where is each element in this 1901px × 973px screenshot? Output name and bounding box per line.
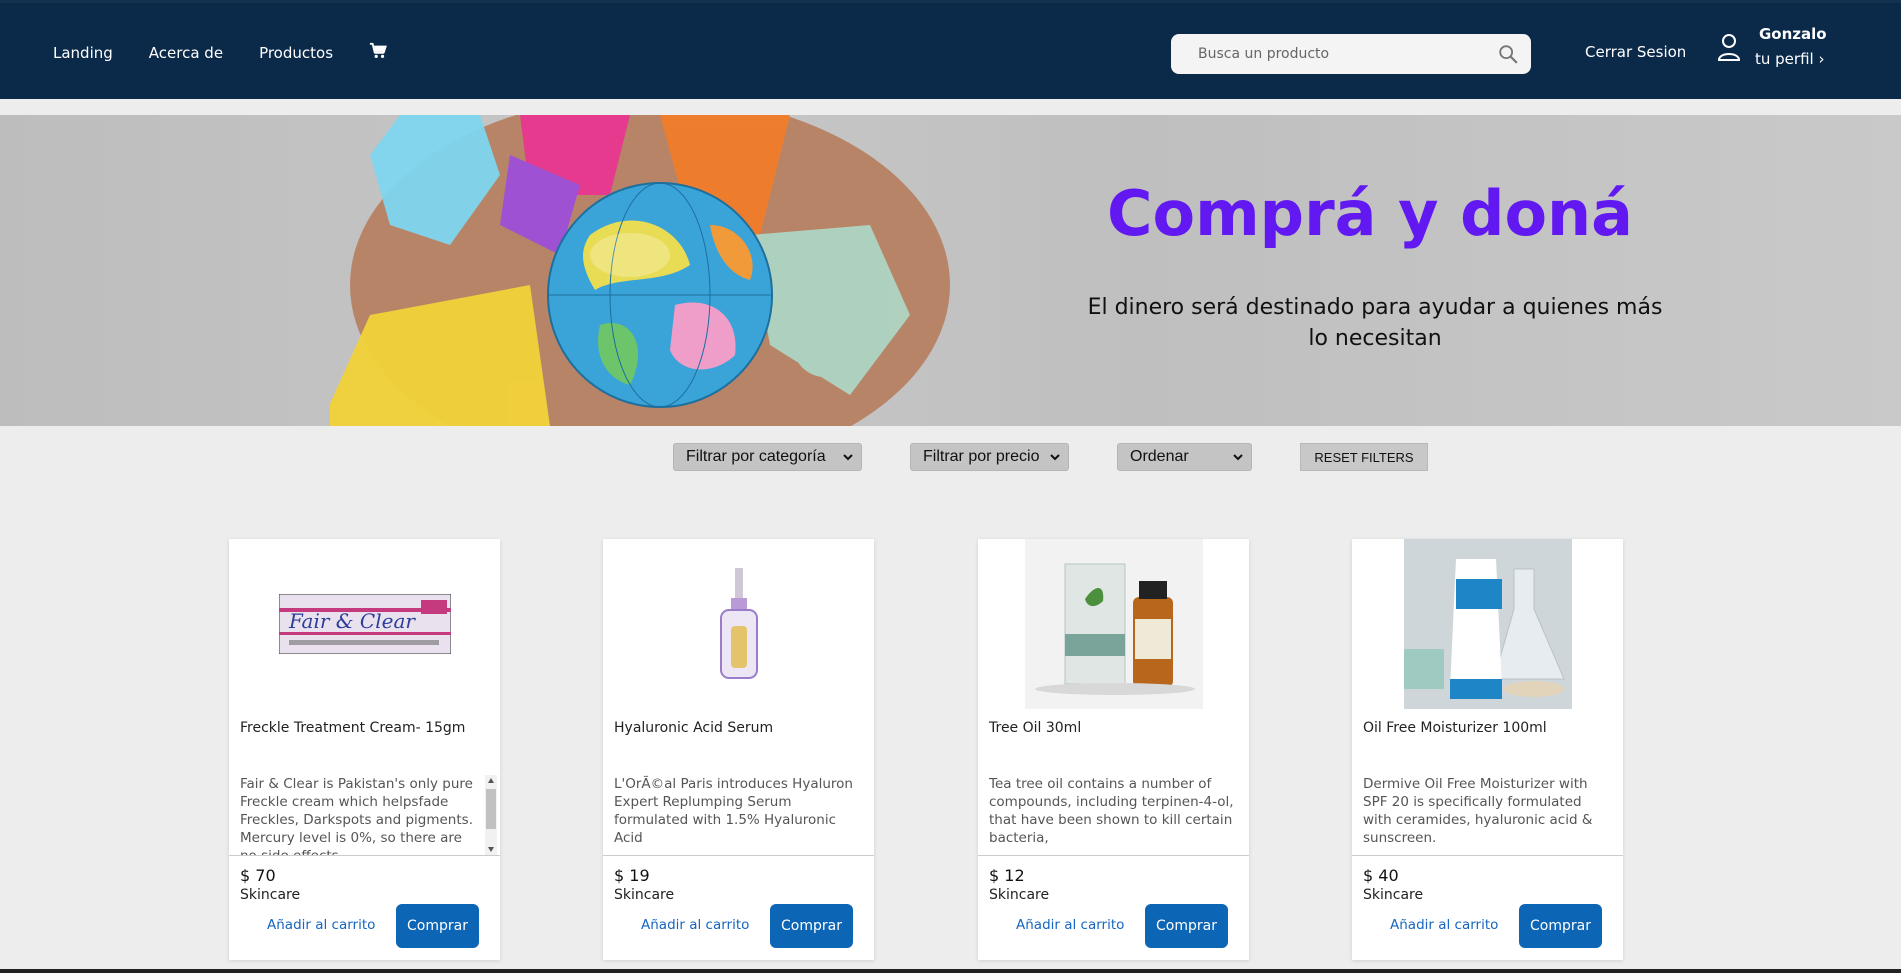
chevron-down-icon [843, 454, 853, 461]
scrollbar-thumb[interactable] [486, 789, 496, 829]
nav-link-products[interactable]: Productos [259, 44, 333, 62]
add-to-cart-button[interactable]: Añadir al carrito [1016, 917, 1124, 933]
buy-button[interactable]: Comprar [770, 904, 853, 948]
product-title: Tree Oil 30ml [989, 720, 1082, 736]
product-category: Skincare [614, 887, 675, 903]
product-image [603, 539, 874, 709]
buy-button[interactable]: Comprar [1145, 904, 1228, 948]
product-title: Hyaluronic Acid Serum [614, 720, 774, 736]
product-price: $ 12 [989, 866, 1025, 885]
profile-link[interactable]: Gonzalo tu perfil › [1717, 25, 1827, 68]
product-image-brand: Fair & Clear [288, 609, 416, 633]
price-filter-label: Filtrar por precio [923, 448, 1040, 465]
product-image: Fair & Clear [229, 539, 500, 709]
product-price: $ 19 [614, 866, 650, 885]
search-box [1171, 34, 1531, 74]
filter-bar: Filtrar por categoría Filtrar por precio… [0, 443, 1901, 471]
chevron-down-icon [1233, 454, 1243, 461]
logout-link[interactable]: Cerrar Sesion [1585, 43, 1686, 61]
profile-text: Gonzalo tu perfil › [1755, 25, 1827, 68]
card-divider [229, 855, 500, 856]
card-divider [978, 855, 1249, 856]
hero-banner: Comprá y doná El dinero será destinado p… [0, 115, 1901, 426]
product-category: Skincare [1363, 887, 1424, 903]
hero-globe-illustration [330, 115, 950, 426]
add-to-cart-button[interactable]: Añadir al carrito [1390, 917, 1498, 933]
hero-subtitle: El dinero será destinado para ayudar a q… [1087, 295, 1663, 351]
product-category: Skincare [240, 887, 301, 903]
reset-filters-button[interactable]: RESET FILTERS [1300, 443, 1428, 471]
add-to-cart-button[interactable]: Añadir al carrito [267, 917, 375, 933]
nav-link-landing[interactable]: Landing [53, 44, 113, 62]
product-description: Fair & Clear is Pakistan's only pure Fre… [240, 776, 473, 855]
product-image-graphic [1024, 539, 1203, 709]
product-price: $ 70 [240, 866, 276, 885]
product-card: Tree Oil 30ml Tea tree oil contains a nu… [978, 539, 1249, 960]
buy-button[interactable]: Comprar [396, 904, 479, 948]
buy-button[interactable]: Comprar [1519, 904, 1602, 948]
search-icon[interactable] [1497, 43, 1519, 65]
product-price: $ 40 [1363, 866, 1399, 885]
scroll-up-icon[interactable] [488, 778, 494, 783]
product-category: Skincare [989, 887, 1050, 903]
scroll-down-icon[interactable] [488, 847, 494, 852]
product-image-graphic: Fair & Clear [278, 594, 451, 654]
product-title: Freckle Treatment Cream- 15gm [240, 720, 466, 736]
category-filter-select[interactable]: Filtrar por categoría [673, 443, 862, 471]
nav-links: Landing Acerca de Productos [53, 3, 387, 102]
product-image-graphic [1403, 539, 1572, 709]
user-icon [1717, 33, 1741, 61]
product-image-graphic [719, 568, 758, 679]
order-label: Ordenar [1130, 448, 1189, 465]
product-card: Hyaluronic Acid Serum L'OrÃ©al Paris int… [603, 539, 874, 960]
profile-name: Gonzalo [1759, 25, 1827, 43]
cart-icon[interactable] [369, 42, 387, 60]
product-description: L'OrÃ©al Paris introduces Hyaluron Exper… [614, 776, 853, 846]
product-card: Oil Free Moisturizer 100ml Dermive Oil F… [1352, 539, 1623, 960]
product-title: Oil Free Moisturizer 100ml [1363, 720, 1547, 736]
bottom-border [0, 969, 1901, 973]
product-description: Dermive Oil Free Moisturizer with SPF 20… [1363, 776, 1593, 846]
product-image [1352, 539, 1623, 709]
profile-link-label[interactable]: tu perfil › [1755, 50, 1827, 68]
top-navbar: Landing Acerca de Productos Cerrar Sesio… [0, 0, 1901, 99]
product-card: Fair & Clear Freckle Treatment Cream- 15… [229, 539, 500, 960]
nav-link-about[interactable]: Acerca de [149, 44, 223, 62]
add-to-cart-button[interactable]: Añadir al carrito [641, 917, 749, 933]
product-description: Tea tree oil contains a number of compou… [989, 776, 1234, 846]
card-divider [603, 855, 874, 856]
search-input[interactable] [1171, 46, 1481, 62]
chevron-down-icon [1050, 454, 1060, 461]
product-image [978, 539, 1249, 709]
category-filter-label: Filtrar por categoría [686, 448, 826, 465]
card-divider [1352, 855, 1623, 856]
price-filter-select[interactable]: Filtrar por precio [910, 443, 1069, 471]
order-select[interactable]: Ordenar [1117, 443, 1252, 471]
description-scrollbar[interactable] [485, 775, 497, 855]
hero-title: Comprá y doná [1106, 177, 1634, 250]
